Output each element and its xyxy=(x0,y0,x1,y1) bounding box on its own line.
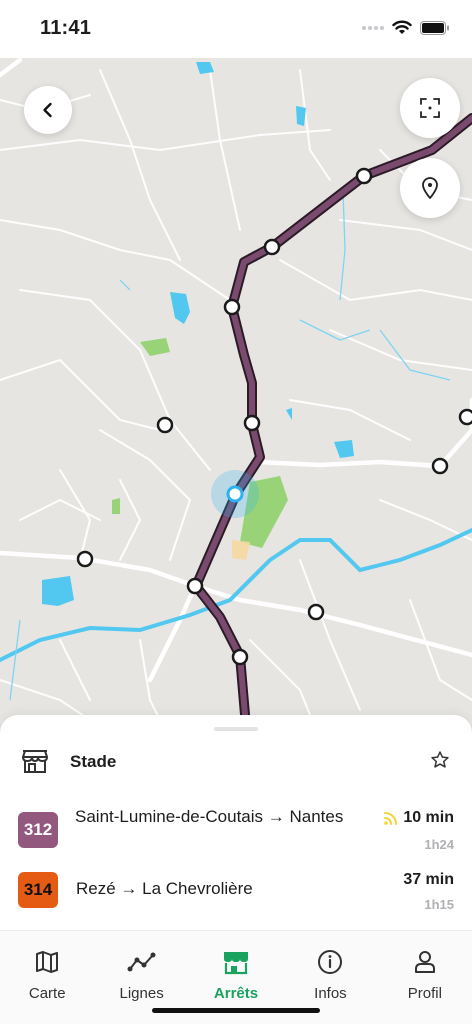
status-icons xyxy=(362,20,450,35)
map-stop-marker[interactable] xyxy=(156,416,174,434)
departure-time: 10 min xyxy=(383,809,454,827)
back-button[interactable] xyxy=(24,86,72,134)
departure-time-value: 37 min xyxy=(403,871,454,888)
map-stop-marker[interactable] xyxy=(231,648,249,666)
tab-label: Arrêts xyxy=(213,985,259,1002)
status-time: 11:41 xyxy=(40,17,92,39)
bus-stop-icon xyxy=(22,750,48,773)
stop-icon xyxy=(224,952,249,975)
line-badge: 312 xyxy=(18,812,58,848)
tab-label: Infos xyxy=(314,985,347,1002)
map-stop-marker[interactable] xyxy=(263,238,281,256)
sheet-handle[interactable] xyxy=(214,727,258,731)
locate-button[interactable] xyxy=(400,158,460,218)
route-icon xyxy=(127,952,156,972)
info-icon xyxy=(318,950,343,974)
wifi-icon xyxy=(392,20,412,34)
map-canvas[interactable] xyxy=(0,58,472,738)
tab-label: Lignes xyxy=(119,985,164,1002)
departure-time-secondary: 1h24 xyxy=(424,837,454,852)
map-view[interactable] xyxy=(0,58,472,738)
map-stop-marker[interactable] xyxy=(431,457,449,475)
stop-name: Stade xyxy=(70,752,117,771)
favorite-star-icon[interactable] xyxy=(430,750,450,770)
map-icon xyxy=(36,951,59,973)
tab-label: Profil xyxy=(407,985,442,1002)
status-bar: 11:41 xyxy=(0,0,472,58)
map-stop-marker[interactable] xyxy=(186,577,204,595)
chevron-left-icon xyxy=(43,102,52,118)
route-destination: Saint-Lumine-de-Coutais → Nantes xyxy=(75,807,344,826)
focus-frame-icon xyxy=(420,98,440,118)
map-stop-marker[interactable] xyxy=(458,408,472,426)
tab-label: Carte xyxy=(28,985,66,1002)
map-stop-marker[interactable] xyxy=(76,550,94,568)
tab-profil[interactable]: Profil xyxy=(378,931,472,1024)
map-stop-marker[interactable] xyxy=(307,603,325,621)
map-stop-marker[interactable] xyxy=(223,298,241,316)
focus-area-button[interactable] xyxy=(400,78,460,138)
tab-carte[interactable]: Carte xyxy=(0,931,94,1024)
location-pin-icon xyxy=(422,177,438,199)
selected-stop-marker[interactable] xyxy=(226,485,244,503)
cellular-signal-icon xyxy=(362,25,384,30)
map-stop-marker[interactable] xyxy=(355,167,373,185)
departure-time-secondary: 1h15 xyxy=(424,897,454,912)
realtime-signal-icon xyxy=(384,812,398,825)
departure-row[interactable]: 312 Saint-Lumine-de-Coutais → Nantes 10 … xyxy=(18,803,456,859)
departure-time: 37 min xyxy=(403,871,454,889)
battery-icon xyxy=(420,20,449,35)
map-stop-marker[interactable] xyxy=(243,414,261,432)
home-indicator xyxy=(152,1008,320,1013)
departure-row[interactable]: 314 Rezé → La Chevrolière 37 min 1h15 xyxy=(18,871,456,912)
departure-time-value: 10 min xyxy=(403,809,454,826)
person-icon xyxy=(414,951,435,973)
stop-details-sheet[interactable]: Stade 312 Saint-Lumine-de-Coutais → Nant… xyxy=(0,715,472,930)
stop-header: Stade xyxy=(20,748,452,778)
route-destination: Rezé → La Chevrolière xyxy=(76,879,253,898)
line-badge: 314 xyxy=(18,872,58,908)
